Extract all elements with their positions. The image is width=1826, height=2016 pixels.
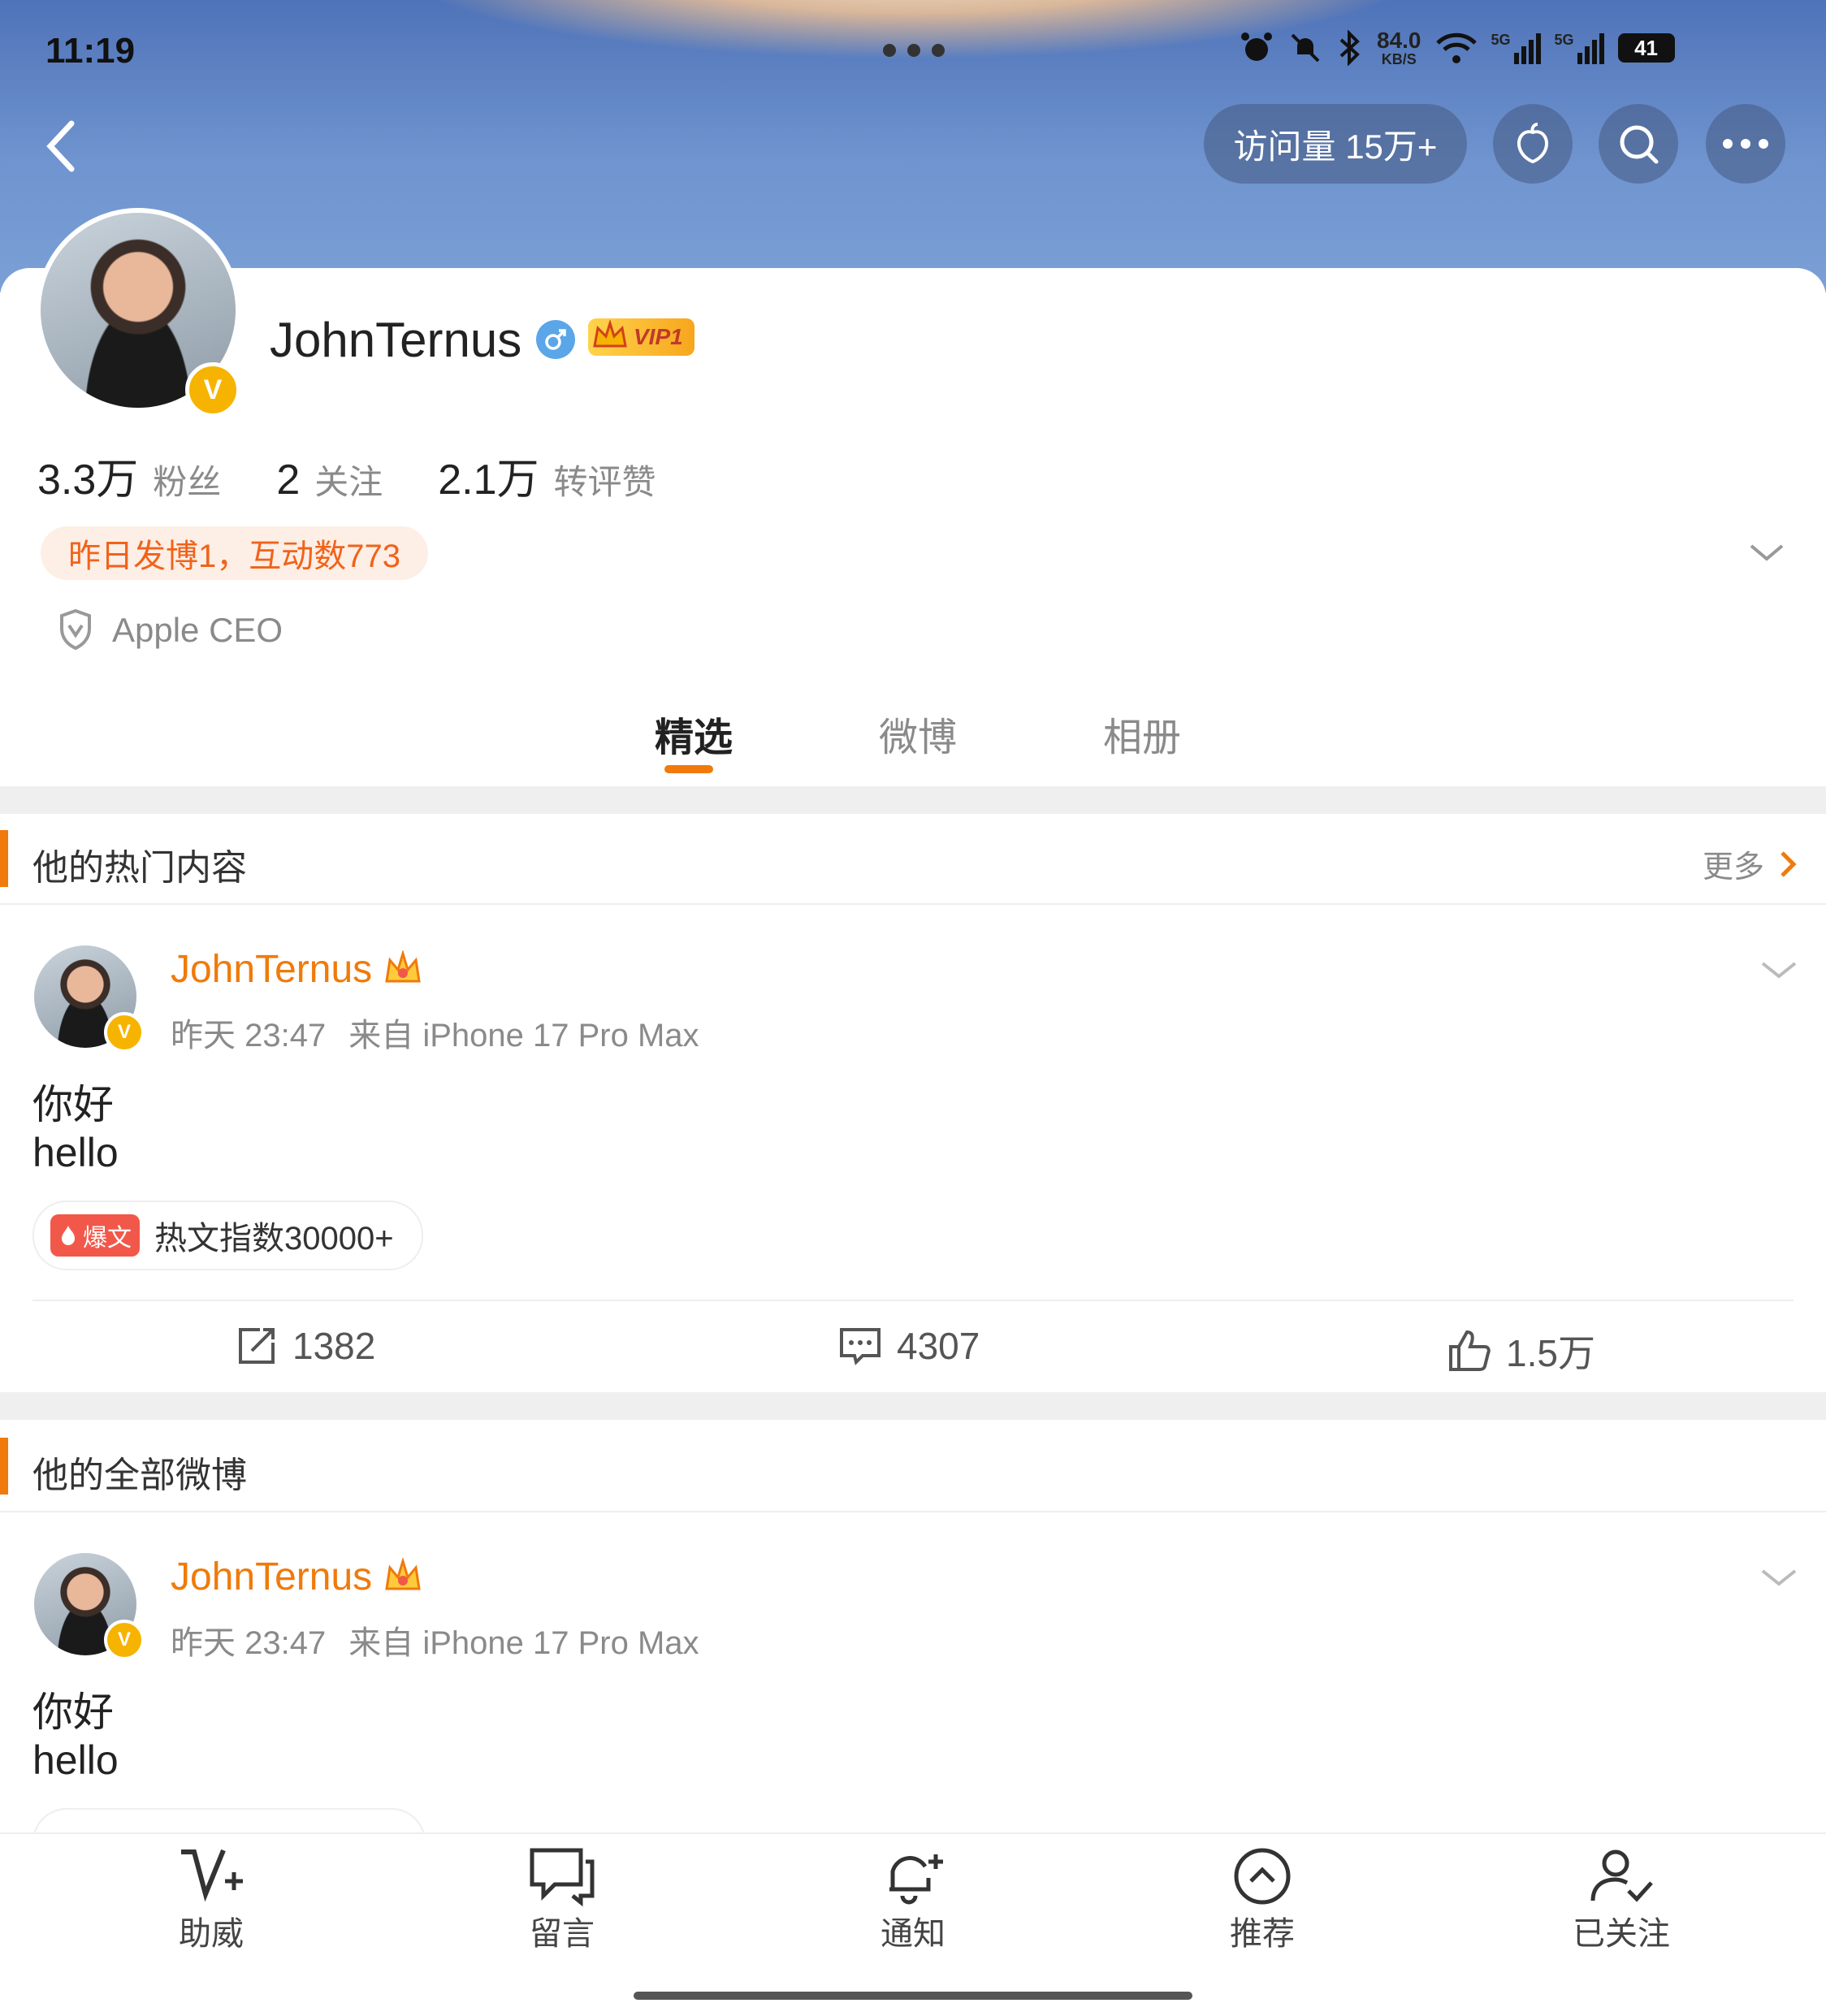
post-meta: 昨天 23:47 来自 iPhone 17 Pro Max bbox=[171, 1018, 699, 1053]
all-section-title: 他的全部微博 bbox=[32, 1456, 247, 1495]
tab-weibo[interactable]: 微博 bbox=[879, 705, 957, 762]
thumbs-up-icon bbox=[1449, 1330, 1491, 1371]
gift-button[interactable] bbox=[1493, 104, 1573, 184]
battery-icon: 41 bbox=[1617, 33, 1675, 63]
fire-icon bbox=[62, 1226, 75, 1245]
section-divider bbox=[0, 1392, 1826, 1420]
verified-badge: V bbox=[104, 1620, 145, 1660]
chevron-down-icon bbox=[1750, 544, 1784, 561]
shield-icon bbox=[57, 608, 94, 655]
nav-notify[interactable]: 通知 bbox=[864, 1845, 962, 1954]
post-author[interactable]: JohnTernus bbox=[171, 947, 372, 992]
post-text-line1: 你好 bbox=[32, 1082, 114, 1127]
bell-icon bbox=[889, 1854, 943, 1905]
chevron-down-icon bbox=[1761, 1569, 1797, 1586]
chevron-down-icon bbox=[1761, 962, 1797, 979]
tab-album[interactable]: 相册 bbox=[1103, 705, 1181, 762]
wifi-icon bbox=[1435, 32, 1477, 63]
followed-icon bbox=[1590, 1849, 1653, 1902]
profile-name: JohnTernus bbox=[270, 313, 522, 367]
post-text-line2: hello bbox=[32, 1130, 119, 1175]
like-button[interactable]: 1.5万 bbox=[1447, 1324, 1595, 1378]
crown-icon bbox=[385, 1558, 421, 1590]
net-speed: 84.0 KB/S bbox=[1377, 28, 1421, 67]
profile-stats: 3.3万 粉丝 2 关注 2.1万 转评赞 bbox=[37, 445, 656, 506]
nav-message[interactable]: 留言 bbox=[513, 1845, 611, 1954]
section-divider bbox=[0, 786, 1826, 814]
nav-followed[interactable]: 已关注 bbox=[1564, 1845, 1678, 1954]
signal-1: 5G bbox=[1491, 32, 1542, 64]
tab-featured[interactable]: 精选 bbox=[655, 705, 733, 762]
viral-badge: 爆文 bbox=[50, 1214, 140, 1257]
post-options-button[interactable] bbox=[1758, 1561, 1800, 1598]
crown-icon bbox=[593, 320, 627, 348]
section-marker bbox=[0, 830, 8, 887]
expand-profile-button[interactable] bbox=[1746, 536, 1787, 573]
verification-text: Apple CEO bbox=[112, 611, 283, 649]
back-arrow-icon bbox=[46, 120, 75, 172]
stat-fans[interactable]: 3.3万 粉丝 bbox=[37, 445, 221, 506]
male-icon bbox=[536, 320, 575, 359]
chevron-right-icon bbox=[1781, 850, 1797, 877]
repost-icon bbox=[239, 1328, 275, 1364]
hot-section-title: 他的热门内容 bbox=[32, 848, 247, 888]
nav-recommend[interactable]: 推荐 bbox=[1214, 1845, 1311, 1954]
post-options-button[interactable] bbox=[1758, 954, 1800, 990]
divider bbox=[0, 903, 1826, 905]
signal-2: 5G bbox=[1555, 32, 1605, 64]
peach-icon bbox=[1517, 123, 1548, 164]
more-icon bbox=[1723, 139, 1768, 149]
mute-icon bbox=[1291, 33, 1320, 63]
stat-following[interactable]: 2 关注 bbox=[276, 455, 383, 504]
post-author[interactable]: JohnTernus bbox=[171, 1555, 372, 1599]
comment-button[interactable]: 4307 bbox=[838, 1324, 980, 1368]
search-button[interactable] bbox=[1599, 104, 1678, 184]
more-link[interactable]: 更多 bbox=[1703, 841, 1798, 886]
status-icons: 84.0 KB/S 5G 5G 41 bbox=[1239, 29, 1675, 67]
cheer-icon bbox=[181, 1849, 243, 1902]
alarm-icon bbox=[1241, 32, 1272, 61]
post-meta: 昨天 23:47 来自 iPhone 17 Pro Max bbox=[171, 1625, 699, 1661]
message-icon bbox=[530, 1848, 595, 1907]
active-tab-indicator bbox=[664, 765, 713, 773]
post-text-line1: 你好 bbox=[32, 1689, 114, 1735]
back-button[interactable] bbox=[32, 114, 89, 179]
bluetooth-icon bbox=[1339, 30, 1360, 66]
post-text-line2: hello bbox=[32, 1737, 119, 1783]
home-indicator bbox=[634, 1992, 1192, 2000]
more-options-button[interactable] bbox=[1706, 104, 1785, 184]
section-marker bbox=[0, 1438, 8, 1495]
verified-badge: V bbox=[104, 1012, 145, 1053]
vip-badge[interactable]: VIP1 bbox=[588, 318, 694, 356]
comment-icon bbox=[840, 1328, 881, 1365]
visits-button[interactable]: 访问量 15万+ bbox=[1204, 104, 1467, 184]
hot-index-pill[interactable]: 爆文 热文指数30000+ bbox=[32, 1201, 423, 1270]
divider bbox=[32, 1300, 1794, 1301]
nav-cheer[interactable]: 助威 bbox=[162, 1845, 260, 1954]
divider bbox=[0, 1511, 1826, 1512]
repost-button[interactable]: 1382 bbox=[236, 1324, 375, 1368]
activity-pill[interactable]: 昨日发博1，互动数773 bbox=[41, 526, 428, 580]
verified-badge: V bbox=[185, 362, 240, 417]
search-icon bbox=[1620, 125, 1659, 164]
stat-engagements[interactable]: 2.1万 转评赞 bbox=[438, 445, 656, 506]
status-time: 11:19 bbox=[45, 31, 136, 71]
crown-icon bbox=[385, 950, 421, 983]
recommend-icon bbox=[1234, 1848, 1291, 1905]
camera-dots bbox=[881, 42, 946, 57]
